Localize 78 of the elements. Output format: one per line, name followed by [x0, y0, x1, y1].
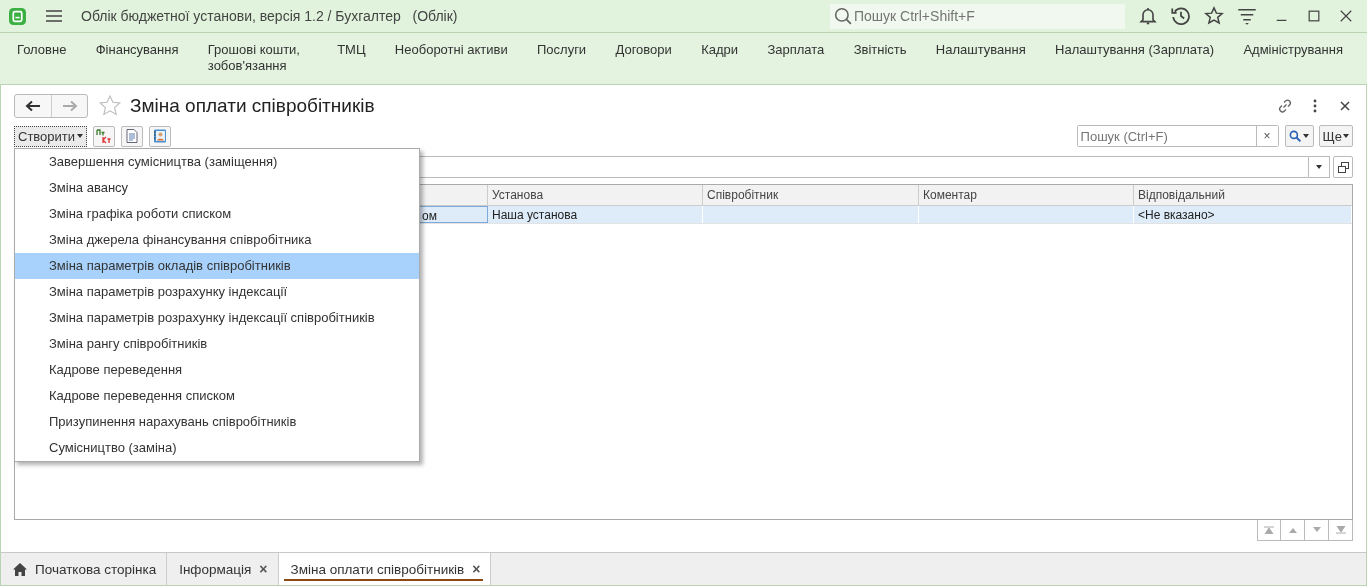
menu-item[interactable]: Кадрове переведення списком: [15, 383, 419, 409]
page-tab[interactable]: Інформація ×: [167, 553, 279, 585]
section-link[interactable]: Головне: [17, 42, 67, 58]
menu-icon[interactable]: [46, 9, 62, 23]
page-tab[interactable]: Початкова сторінка: [1, 553, 168, 585]
menu-item[interactable]: Зміна параметрів розрахунку індексації: [15, 279, 419, 305]
caret-icon: [1316, 165, 1322, 169]
history-icon[interactable]: [1171, 6, 1191, 26]
window-title: Облік бюджетної установи, версія 1.2 / Бухгалтер (Облік): [81, 8, 458, 24]
section-link[interactable]: ТМЦ: [337, 42, 366, 58]
menu-item[interactable]: Призупинення нарахувань співробітників: [15, 409, 419, 435]
column-header[interactable]: Установа: [488, 185, 703, 205]
employee-card-button[interactable]: [149, 125, 172, 147]
table-cell: Наша установа: [488, 206, 703, 223]
close-icon[interactable]: [1339, 9, 1353, 23]
tab-label: Зміна оплати співробітників: [290, 561, 465, 577]
filter-icon[interactable]: [1237, 6, 1257, 26]
menu-item[interactable]: Зміна рангу співробітників: [15, 331, 419, 357]
section-link[interactable]: Адміністрування: [1243, 42, 1343, 58]
menu-item[interactable]: Завершення сумісництва (заміщення): [15, 149, 419, 175]
first-icon: [1264, 526, 1274, 534]
caret-icon: [1303, 134, 1310, 138]
section-link[interactable]: Налаштування (Зарплата): [1055, 42, 1215, 58]
column-header[interactable]: Співробітник: [703, 185, 919, 205]
menu-item[interactable]: Кадрове переведення: [15, 357, 419, 383]
document-button[interactable]: [121, 125, 144, 147]
section-link[interactable]: Грошові кошти, зобов'язання: [207, 42, 308, 74]
arrow-left-icon: [25, 100, 41, 112]
search-icon: [834, 6, 852, 25]
search-field[interactable]: Пошук Ctrl+Shift+F: [830, 3, 1125, 29]
page-tab[interactable]: Зміна оплати співробітників ×: [278, 553, 492, 585]
menu-item[interactable]: Сумісництво (заміна): [15, 435, 419, 461]
table-cell: <Не вказано>: [1134, 206, 1352, 223]
column-header[interactable]: Коментар: [919, 185, 1134, 205]
section-link[interactable]: Фінансування: [95, 42, 179, 58]
windows-icon: [1337, 161, 1349, 173]
caret-icon: [1343, 134, 1349, 138]
star-icon[interactable]: [1204, 6, 1224, 26]
maximize-icon[interactable]: [1307, 9, 1321, 23]
person-card-icon: [152, 128, 169, 144]
section-link[interactable]: Звітність: [853, 42, 907, 58]
section-link[interactable]: Налаштування: [935, 42, 1026, 58]
clear-button[interactable]: ×: [1255, 126, 1278, 146]
form-title: Зміна оплати співробітників: [130, 95, 375, 117]
debit-credit-icon: [96, 128, 113, 144]
app-logo-icon[interactable]: [9, 7, 26, 25]
section-link[interactable]: Кадри: [701, 42, 739, 58]
menu-item[interactable]: Зміна параметрів розрахунку індексації співробітників: [15, 305, 419, 331]
section-link[interactable]: Необоротні активи: [394, 42, 508, 58]
debit-credit-button[interactable]: [93, 125, 116, 147]
menu-item[interactable]: Зміна параметрів окладів співробітників: [15, 253, 419, 279]
up-arrow-icon: [1287, 526, 1298, 534]
section-link[interactable]: Послуги: [536, 42, 587, 58]
more-button[interactable]: Ще: [1318, 125, 1353, 147]
menu-item[interactable]: Зміна авансу: [15, 175, 419, 201]
create-button[interactable]: Створити: [14, 125, 88, 147]
tab-label: Початкова сторінка: [35, 561, 157, 577]
search-field[interactable]: Пошук (Ctrl+F) ×: [1076, 125, 1279, 147]
section-link[interactable]: Договори: [615, 42, 672, 58]
link-icon[interactable]: [1277, 98, 1293, 114]
caret-icon: [77, 134, 84, 138]
bell-icon[interactable]: [1138, 6, 1158, 26]
search-button[interactable]: [1284, 125, 1314, 147]
tab-label: Інформація: [179, 561, 252, 577]
close-tab-button[interactable]: ×: [472, 561, 481, 577]
document-icon: [124, 128, 141, 144]
arrow-right-icon: [61, 100, 78, 112]
search-icon: [1289, 129, 1303, 143]
dropdown-button[interactable]: [1309, 156, 1330, 178]
section-link[interactable]: Зарплата: [767, 42, 825, 58]
favorite-star-icon[interactable]: [98, 94, 122, 118]
home-icon: [13, 562, 27, 576]
close-tab-button[interactable]: ×: [259, 561, 268, 577]
menu-item[interactable]: Зміна джерела фінансування співробітника: [15, 227, 419, 253]
open-button[interactable]: [1333, 156, 1353, 178]
down-arrow-icon: [1311, 526, 1322, 534]
last-icon: [1335, 526, 1346, 534]
column-header[interactable]: Відповідальний: [1134, 185, 1352, 205]
